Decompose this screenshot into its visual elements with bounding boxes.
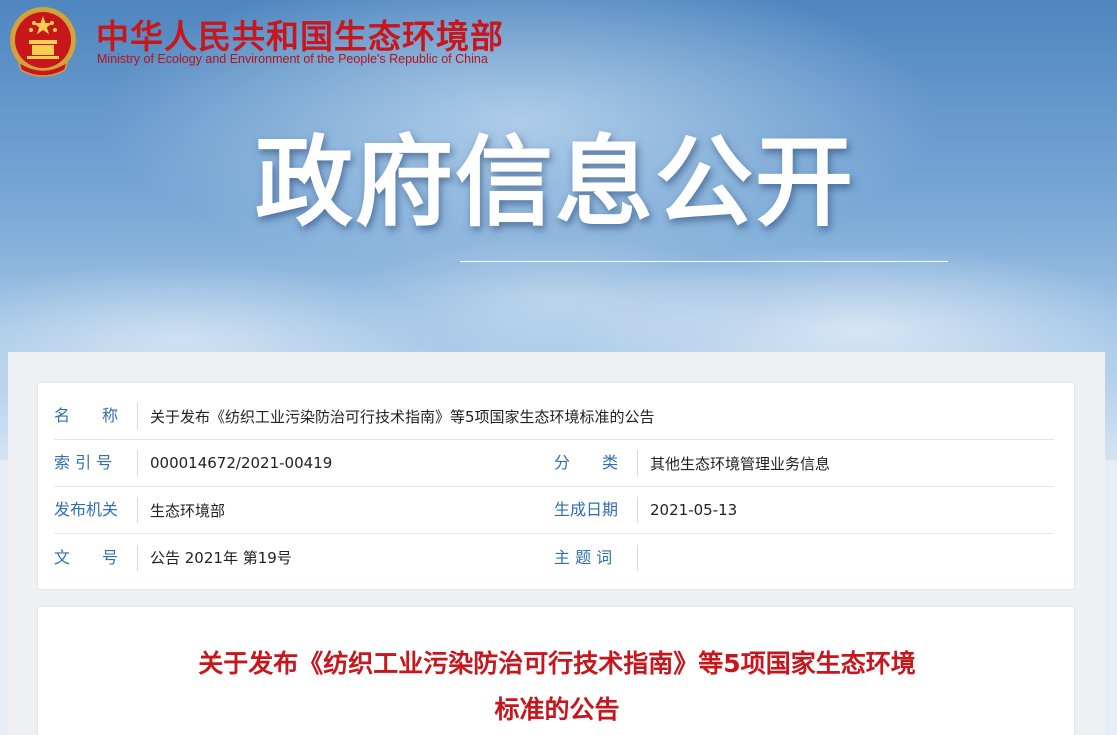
- article-title: 关于发布《纺织工业污染防治可行技术指南》等5项国家生态环境 标准的公告: [38, 641, 1076, 733]
- document-info-table: 名 称 关于发布《纺织工业污染防治可行技术指南》等5项国家生态环境标准的公告 索…: [37, 382, 1075, 590]
- info-row-issuer: 发布机关 生态环境部 生成日期 2021-05-13: [54, 487, 1054, 534]
- name-value: 关于发布《纺织工业污染防治可行技术指南》等5项国家生态环境标准的公告: [150, 407, 655, 426]
- info-row-index: 索 引 号 000014672/2021-00419 分 类 其他生态环境管理业…: [54, 440, 1054, 487]
- doc-number-value: 公告 2021年 第19号: [150, 549, 292, 567]
- site-subtitle-en[interactable]: Ministry of Ecology and Environment of t…: [97, 52, 488, 66]
- article-body: 关于发布《纺织工业污染防治可行技术指南》等5项国家生态环境 标准的公告: [37, 606, 1075, 735]
- info-row-name: 名 称 关于发布《纺织工业污染防治可行技术指南》等5项国家生态环境标准的公告: [54, 383, 1054, 440]
- issuer-label: 发布机关: [54, 497, 138, 523]
- issuer-value: 生态环境部: [150, 501, 226, 520]
- index-value: 000014672/2021-00419: [150, 454, 333, 472]
- date-value: 2021-05-13: [650, 501, 738, 519]
- doc-number-label: 文 号: [54, 544, 138, 571]
- info-row-docno: 文 号 公告 2021年 第19号 主 题 词: [54, 534, 1054, 581]
- index-label: 索 引 号: [54, 450, 138, 476]
- keywords-label: 主 题 词: [554, 544, 638, 571]
- article-title-line1: 关于发布《纺织工业污染防治可行技术指南》等5项国家生态环境: [198, 649, 916, 678]
- section-divider: [460, 261, 948, 262]
- article-title-line2: 标准的公告: [494, 695, 620, 724]
- name-label: 名 称: [54, 403, 138, 429]
- national-emblem-icon[interactable]: [7, 4, 79, 80]
- section-title: 政府信息公开: [255, 126, 856, 240]
- date-label: 生成日期: [554, 497, 638, 523]
- site-title[interactable]: 中华人民共和国生态环境部: [96, 10, 504, 58]
- category-label: 分 类: [554, 450, 638, 476]
- category-value: 其他生态环境管理业务信息: [650, 454, 831, 473]
